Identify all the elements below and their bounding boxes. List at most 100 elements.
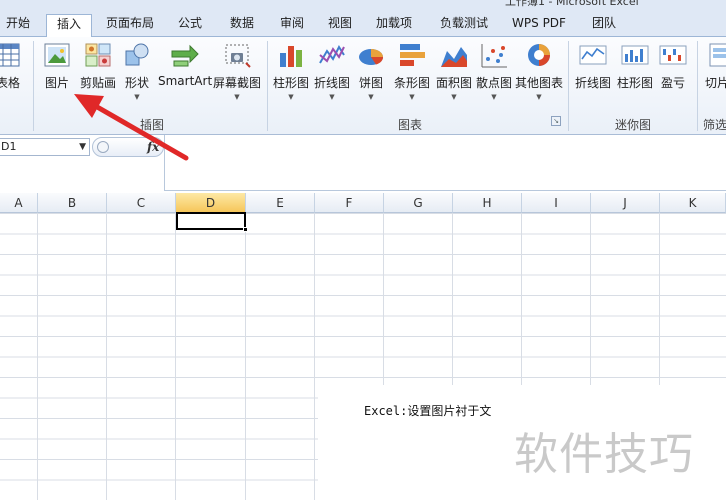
tab-load-test[interactable]: 负载测试 xyxy=(432,14,496,37)
bar-chart-button[interactable]: 条形图 ▼ xyxy=(392,41,432,117)
tab-page-layout[interactable]: 页面布局 xyxy=(100,14,160,37)
name-box[interactable]: D1 ▼ xyxy=(0,138,90,156)
sparkline-line-icon xyxy=(579,45,607,65)
scatter-chart-button[interactable]: 散点图 ▼ xyxy=(474,41,514,117)
slicer-label: 切片 xyxy=(705,76,726,90)
illustrations-group-label: 插图 xyxy=(139,118,164,132)
slicer-button[interactable]: 切片 xyxy=(702,41,726,117)
screenshot-button[interactable]: 屏幕截图 ▼ xyxy=(212,41,262,117)
tab-formulas[interactable]: 公式 xyxy=(168,14,212,37)
ribbon: 表格 图片 剪贴画 形状 ▼ SmartArt 屏幕截图 ▼ 插图 柱形图 ▼ … xyxy=(0,37,726,135)
picture-button[interactable]: 图片 xyxy=(40,41,74,117)
expand-icon[interactable] xyxy=(97,141,109,153)
sparkline-line-button[interactable]: 折线图 xyxy=(573,41,613,117)
charts-dialog-launcher[interactable]: ↘ xyxy=(551,116,561,126)
grid-line xyxy=(37,213,38,500)
column-header-i[interactable]: I xyxy=(522,193,591,213)
name-box-value: D1 xyxy=(1,140,17,153)
column-header-a[interactable]: A xyxy=(0,193,38,213)
column-header-g[interactable]: G xyxy=(384,193,453,213)
insert-function-button[interactable]: fx xyxy=(147,138,159,156)
other-charts-label: 其他图表 xyxy=(514,76,563,90)
tab-review[interactable]: 审阅 xyxy=(272,14,312,37)
tab-wps-pdf[interactable]: WPS PDF xyxy=(506,14,572,37)
chevron-down-icon: ▼ xyxy=(536,93,542,101)
bar-chart-icon xyxy=(400,44,425,66)
grid-line xyxy=(245,213,246,500)
chevron-down-icon[interactable]: ▼ xyxy=(79,139,86,155)
other-charts-icon xyxy=(528,44,550,66)
other-charts-button[interactable]: 其他图表 ▼ xyxy=(514,41,564,117)
tutorial-caption: Excel:设置图片衬于文 xyxy=(364,404,492,418)
tab-addins[interactable]: 加载项 xyxy=(368,14,420,37)
sparkline-line-label: 折线图 xyxy=(574,76,611,90)
chevron-down-icon: ▼ xyxy=(491,93,497,101)
column-chart-label: 柱形图 xyxy=(272,76,309,90)
tab-insert[interactable]: 插入 xyxy=(46,14,92,38)
line-chart-button[interactable]: 折线图 ▼ xyxy=(312,41,352,117)
table-button-label: 表格 xyxy=(0,76,20,90)
tab-home[interactable]: 开始 xyxy=(0,14,40,37)
column-header-e[interactable]: E xyxy=(246,193,315,213)
sparkline-winloss-button[interactable]: 盈亏 xyxy=(656,41,690,117)
area-chart-button[interactable]: 面积图 ▼ xyxy=(434,41,474,117)
screenshot-button-label: 屏幕截图 xyxy=(212,76,261,90)
window-title: 工作簿1 - Microsoft Excel xyxy=(505,0,639,8)
shapes-icon xyxy=(125,43,149,66)
table-button[interactable]: 表格 xyxy=(0,41,26,117)
picture-button-label: 图片 xyxy=(44,76,69,90)
smartart-button-label: SmartArt xyxy=(158,74,213,88)
column-header-b[interactable]: B xyxy=(38,193,107,213)
sparkline-column-label: 柱形图 xyxy=(616,76,653,90)
area-chart-icon xyxy=(441,47,467,67)
sparkline-winloss-label: 盈亏 xyxy=(660,76,685,90)
active-cell[interactable] xyxy=(176,212,248,232)
fill-handle[interactable] xyxy=(243,227,248,232)
slicer-icon xyxy=(709,43,726,67)
pie-chart-button[interactable]: 饼图 ▼ xyxy=(354,41,388,117)
column-header-h[interactable]: H xyxy=(453,193,522,213)
formula-bar: D1 ▼ fx xyxy=(0,135,726,191)
grid-line xyxy=(175,213,176,500)
sparkline-column-button[interactable]: 柱形图 xyxy=(615,41,655,117)
tab-data[interactable]: 数据 xyxy=(220,14,264,37)
shapes-button[interactable]: 形状 ▼ xyxy=(120,41,154,117)
grid-line xyxy=(106,213,107,500)
chevron-down-icon: ▼ xyxy=(368,93,374,101)
tab-view[interactable]: 视图 xyxy=(320,14,360,37)
screenshot-icon xyxy=(225,44,251,68)
formula-input[interactable] xyxy=(164,135,726,191)
clipart-icon xyxy=(85,43,111,67)
formula-controls: fx xyxy=(92,137,164,157)
group-separator xyxy=(267,41,268,131)
pie-chart-label: 饼图 xyxy=(358,76,383,90)
column-header-k[interactable]: K xyxy=(660,193,726,213)
ribbon-tab-bar: 开始 插入 页面布局 公式 数据 审阅 视图 加载项 负载测试 WPS PDF … xyxy=(0,10,726,38)
column-header-f[interactable]: F xyxy=(315,193,384,213)
pie-chart-icon xyxy=(359,49,384,65)
tab-team[interactable]: 团队 xyxy=(582,14,626,37)
sparkline-winloss-icon xyxy=(659,45,687,65)
scatter-chart-label: 散点图 xyxy=(475,76,512,90)
title-bar: 工作簿1 - Microsoft Excel xyxy=(0,0,726,10)
scatter-chart-icon xyxy=(481,44,507,68)
clipart-button[interactable]: 剪贴画 xyxy=(78,41,118,117)
picture-icon xyxy=(44,43,70,67)
chevron-down-icon: ▼ xyxy=(409,93,415,101)
group-separator xyxy=(568,41,569,131)
table-icon xyxy=(0,43,20,67)
line-chart-label: 折线图 xyxy=(313,76,350,90)
column-header-d[interactable]: D xyxy=(176,193,246,213)
column-chart-button[interactable]: 柱形图 ▼ xyxy=(272,41,310,117)
column-header-c[interactable]: C xyxy=(107,193,176,213)
grid-line xyxy=(314,213,315,500)
column-header-j[interactable]: J xyxy=(591,193,660,213)
chevron-down-icon: ▼ xyxy=(234,93,240,101)
smartart-icon xyxy=(171,44,199,67)
clipart-button-label: 剪贴画 xyxy=(79,76,116,90)
area-chart-label: 面积图 xyxy=(435,76,472,90)
chevron-down-icon: ▼ xyxy=(451,93,457,101)
shapes-button-label: 形状 xyxy=(124,76,149,90)
chevron-down-icon: ▼ xyxy=(329,93,335,101)
smartart-button[interactable]: SmartArt xyxy=(158,41,212,117)
